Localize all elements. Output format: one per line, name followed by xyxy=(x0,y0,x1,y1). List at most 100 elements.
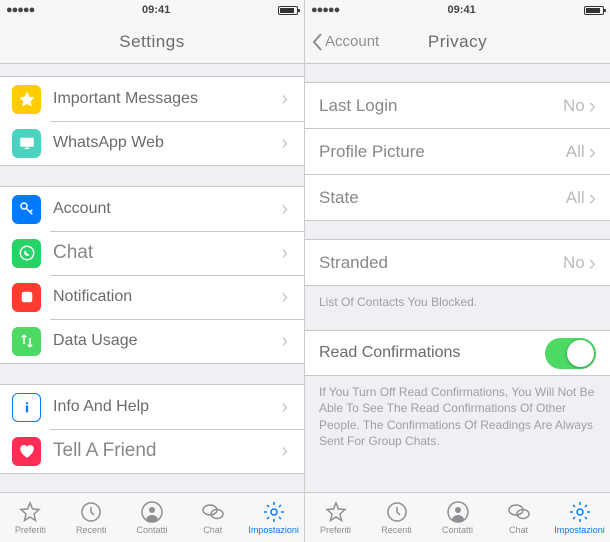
chevron-right-icon: › xyxy=(281,198,288,221)
tab-label: Preferiti xyxy=(15,525,46,535)
tab-contatti[interactable]: Contatti xyxy=(427,493,488,542)
settings-group-3: Info And Help › Tell A Friend › xyxy=(0,384,304,474)
settings-screen: ●●●●● 09:41 Settings Important Messages … xyxy=(0,0,305,542)
tab-contatti[interactable]: Contatti xyxy=(122,493,183,542)
row-account[interactable]: Account › xyxy=(0,187,304,231)
row-value: No xyxy=(563,253,585,273)
tab-chat[interactable]: Chat xyxy=(182,493,243,542)
nav-bar: Settings xyxy=(0,20,304,64)
chevron-right-icon: › xyxy=(281,396,288,419)
row-notification[interactable]: Notification › xyxy=(0,275,304,319)
status-time: 09:41 xyxy=(448,4,476,16)
star-outline-icon xyxy=(17,500,43,524)
tab-label: Preferiti xyxy=(320,525,351,535)
row-read-confirmations: Read Confirmations xyxy=(305,330,610,376)
tab-label: Impostazioni xyxy=(248,525,299,535)
battery-icon xyxy=(584,6,604,15)
privacy-content[interactable]: Last Login No › Profile Picture All › St… xyxy=(305,64,610,492)
settings-group-2: Account › Chat › Notification › Data Usa… xyxy=(0,186,304,364)
tab-recenti[interactable]: Recenti xyxy=(366,493,427,542)
tab-bar: Preferiti Recenti Contatti Chat Impostaz… xyxy=(0,492,304,542)
row-value: All xyxy=(566,142,585,162)
row-label: Important Messages xyxy=(53,90,277,108)
signal-icon: ●●●●● xyxy=(311,4,339,16)
row-label: Data Usage xyxy=(53,332,277,350)
tab-label: Recenti xyxy=(381,525,412,535)
row-label: Stranded xyxy=(319,253,563,273)
chevron-right-icon: › xyxy=(589,139,596,165)
row-label: State xyxy=(319,188,566,208)
status-bar: ●●●●● 09:41 xyxy=(305,0,610,20)
tab-recenti[interactable]: Recenti xyxy=(61,493,122,542)
status-time: 09:41 xyxy=(142,4,170,16)
key-icon xyxy=(12,195,41,224)
arrows-icon xyxy=(12,327,41,356)
privacy-group-2: Stranded No › xyxy=(305,239,610,286)
chevron-right-icon: › xyxy=(281,88,288,111)
row-label: Info And Help xyxy=(53,398,277,416)
row-data-usage[interactable]: Data Usage › xyxy=(0,319,304,363)
tab-preferiti[interactable]: Preferiti xyxy=(0,493,61,542)
privacy-screen: ●●●●● 09:41 Account Privacy Last Login N… xyxy=(305,0,610,542)
row-state[interactable]: State All › xyxy=(305,175,610,221)
star-icon xyxy=(12,85,41,114)
read-confirmations-toggle[interactable] xyxy=(545,338,596,369)
tab-preferiti[interactable]: Preferiti xyxy=(305,493,366,542)
back-button[interactable]: Account xyxy=(311,32,379,52)
tab-label: Recenti xyxy=(76,525,107,535)
clock-icon xyxy=(384,500,410,524)
row-label: Last Login xyxy=(319,96,563,116)
tab-bar: Preferiti Recenti Contatti Chat Impostaz… xyxy=(305,492,610,542)
clock-icon xyxy=(78,500,104,524)
row-profile-picture[interactable]: Profile Picture All › xyxy=(305,129,610,175)
status-bar: ●●●●● 09:41 xyxy=(0,0,304,20)
whatsapp-icon xyxy=(12,239,41,268)
info-icon xyxy=(12,393,41,422)
row-label: Tell A Friend xyxy=(53,440,277,462)
row-important-messages[interactable]: Important Messages › xyxy=(0,77,304,121)
row-whatsapp-web[interactable]: WhatsApp Web › xyxy=(0,121,304,165)
settings-content[interactable]: Important Messages › WhatsApp Web › Acco… xyxy=(0,64,304,492)
nav-bar: Account Privacy xyxy=(305,20,610,64)
settings-group-1: Important Messages › WhatsApp Web › xyxy=(0,76,304,166)
chevron-right-icon: › xyxy=(281,440,288,463)
row-label: Chat xyxy=(53,242,277,264)
chevron-right-icon: › xyxy=(281,330,288,353)
row-label: WhatsApp Web xyxy=(53,134,277,152)
gear-icon xyxy=(261,500,287,524)
chevron-right-icon: › xyxy=(589,93,596,119)
tab-impostazioni[interactable]: Impostazioni xyxy=(243,493,304,542)
tab-label: Chat xyxy=(509,525,528,535)
row-chat[interactable]: Chat › xyxy=(0,231,304,275)
back-label: Account xyxy=(325,33,379,50)
tab-label: Chat xyxy=(203,525,222,535)
contact-icon xyxy=(445,500,471,524)
tab-chat[interactable]: Chat xyxy=(488,493,549,542)
battery-icon xyxy=(278,6,298,15)
row-value: No xyxy=(563,96,585,116)
nav-title: Settings xyxy=(119,32,184,52)
row-info-help[interactable]: Info And Help › xyxy=(0,385,304,429)
chevron-right-icon: › xyxy=(281,286,288,309)
row-stranded[interactable]: Stranded No › xyxy=(305,240,610,286)
read-confirmations-footer: If You Turn Off Read Confirmations, You … xyxy=(305,376,610,457)
app-icon xyxy=(12,283,41,312)
tab-label: Contatti xyxy=(442,525,473,535)
chat-bubbles-icon xyxy=(200,500,226,524)
chevron-right-icon: › xyxy=(281,132,288,155)
gear-icon xyxy=(567,500,593,524)
computer-icon xyxy=(12,129,41,158)
tab-impostazioni[interactable]: Impostazioni xyxy=(549,493,610,542)
row-value: All xyxy=(566,188,585,208)
blocked-footer: List Of Contacts You Blocked. xyxy=(305,286,610,318)
nav-title: Privacy xyxy=(428,32,487,52)
chat-bubbles-icon xyxy=(506,500,532,524)
star-outline-icon xyxy=(323,500,349,524)
signal-icon: ●●●●● xyxy=(6,4,34,16)
tab-label: Contatti xyxy=(136,525,167,535)
row-tell-friend[interactable]: Tell A Friend › xyxy=(0,429,304,473)
contact-icon xyxy=(139,500,165,524)
privacy-group-1: Last Login No › Profile Picture All › St… xyxy=(305,82,610,221)
tab-label: Impostazioni xyxy=(554,525,605,535)
row-last-login[interactable]: Last Login No › xyxy=(305,83,610,129)
